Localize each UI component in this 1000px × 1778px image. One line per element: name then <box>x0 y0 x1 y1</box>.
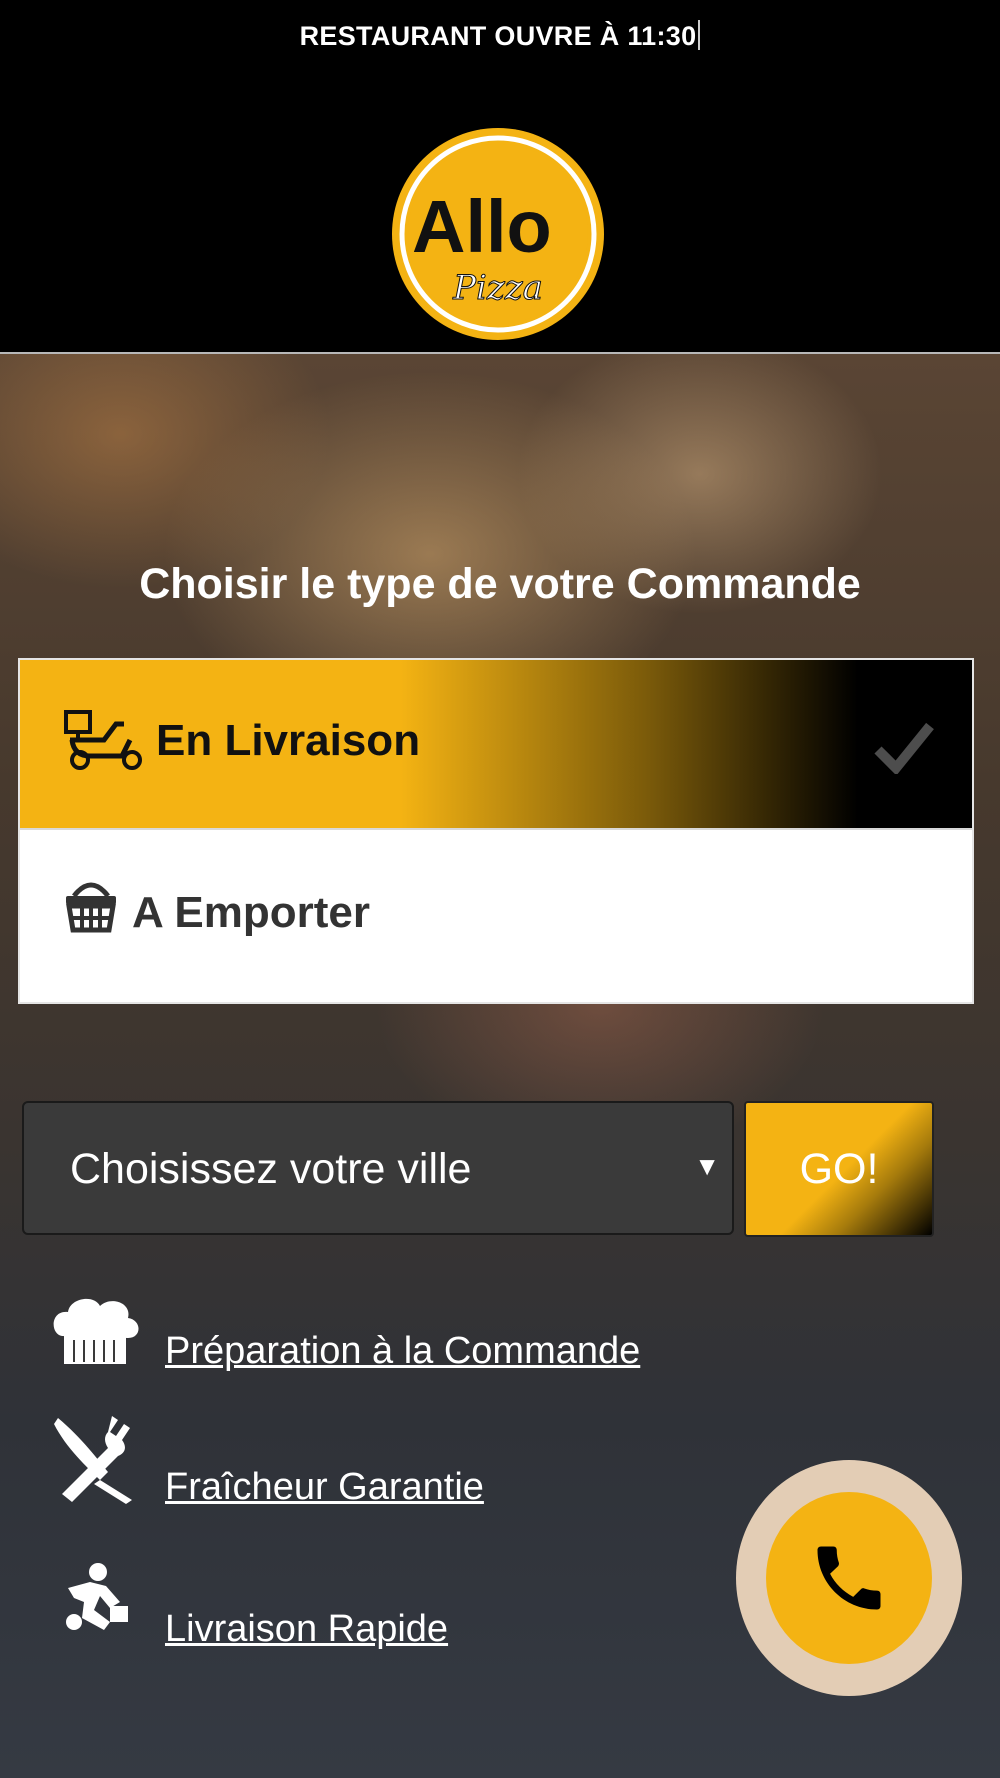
scooter-delivery-icon <box>64 710 144 777</box>
opening-hours-text: RESTAURANT OUVRE À 11:30 <box>299 21 697 51</box>
order-option-takeaway[interactable]: A Emporter <box>20 832 972 1002</box>
opening-hours-banner: RESTAURANT OUVRE À 11:30 <box>0 20 1000 52</box>
feature-item-preparation: Préparation à la Commande <box>0 1296 1000 1396</box>
call-button[interactable] <box>736 1460 962 1696</box>
page: RESTAURANT OUVRE À 11:30 Allo Pizza Choi… <box>0 0 1000 1778</box>
go-button[interactable]: GO! <box>744 1101 934 1237</box>
feature-link-freshness[interactable]: Fraîcheur Garantie <box>165 1466 484 1509</box>
logo-graphic: Allo Pizza <box>392 128 604 340</box>
dropdown-arrow-icon: ▼ <box>694 1151 720 1181</box>
logo-text: Allo <box>412 185 552 268</box>
order-option-label: En Livraison <box>156 716 421 765</box>
order-type-selector: En Livraison A Emporter <box>18 658 974 1004</box>
call-button-inner <box>766 1492 932 1664</box>
header: RESTAURANT OUVRE À 11:30 Allo Pizza <box>0 0 1000 354</box>
delivery-runner-icon <box>60 1562 132 1637</box>
order-option-delivery[interactable]: En Livraison <box>20 660 972 830</box>
allo-pizza-logo[interactable]: Allo Pizza <box>390 124 606 344</box>
order-option-label: A Emporter <box>132 888 370 937</box>
checkmark-icon <box>874 720 934 779</box>
city-select[interactable]: Choisissez votre ville ▼ <box>22 1101 734 1235</box>
logo-subtext: Pizza <box>452 268 543 308</box>
text-caret <box>698 20 701 50</box>
chef-hat-icon <box>48 1296 142 1371</box>
fork-knife-icon <box>52 1414 140 1509</box>
feature-link-fast-delivery[interactable]: Livraison Rapide <box>165 1608 448 1651</box>
phone-icon <box>817 1546 881 1610</box>
feature-link-preparation[interactable]: Préparation à la Commande <box>165 1330 640 1373</box>
city-select-value: Choisissez votre ville <box>70 1145 472 1193</box>
page-title: Choisir le type de votre Commande <box>139 560 861 608</box>
basket-icon <box>64 878 118 939</box>
